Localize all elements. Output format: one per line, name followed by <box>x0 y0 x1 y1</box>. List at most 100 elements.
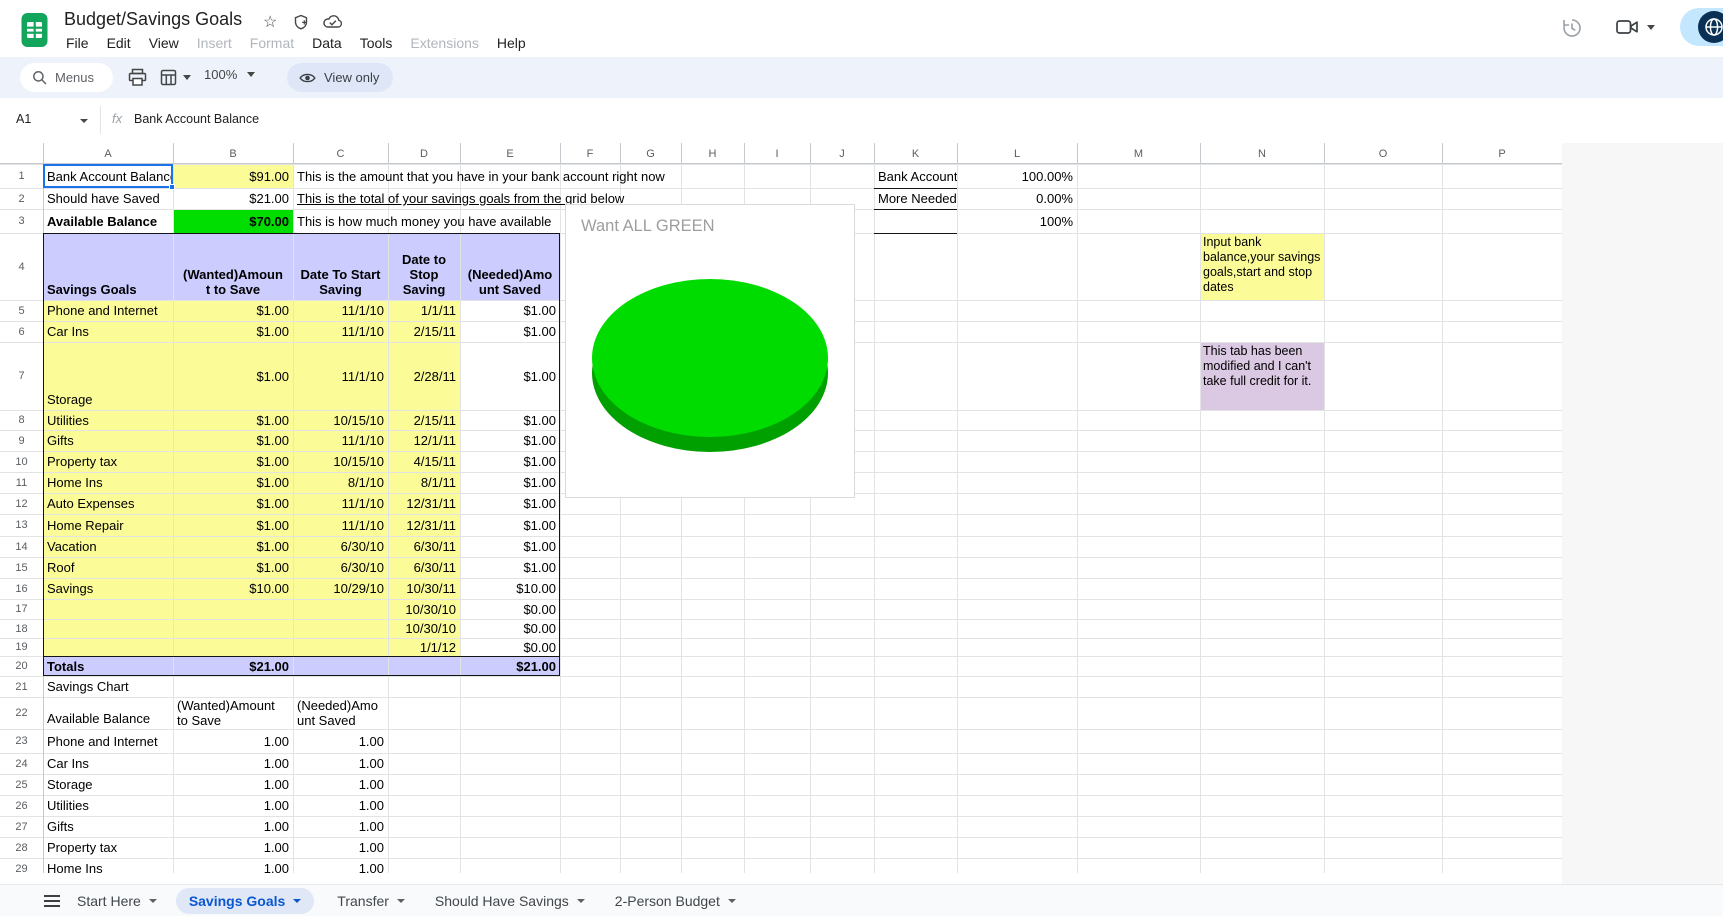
cell-E5[interactable]: $1.00 <box>460 300 560 321</box>
cell-K2[interactable]: More Needed <box>874 188 957 209</box>
cell-N7[interactable]: This tab has been modified and I can't t… <box>1200 342 1324 410</box>
cell-D16[interactable]: 10/30/11 <box>388 578 460 599</box>
cell-A25[interactable]: Storage <box>43 774 173 795</box>
cell-A9[interactable]: Gifts <box>43 430 173 451</box>
row-header-21[interactable]: 21 <box>0 676 43 697</box>
cell-E18[interactable]: $0.00 <box>460 619 560 638</box>
cell-C4[interactable]: Date To Start Saving <box>293 233 388 300</box>
cell-C12[interactable]: 11/1/10 <box>293 493 388 514</box>
cell-D10[interactable]: 4/15/11 <box>388 451 460 472</box>
cell-C8[interactable]: 10/15/10 <box>293 410 388 430</box>
cell-B11[interactable]: $1.00 <box>173 472 293 493</box>
cell-E13[interactable]: $1.00 <box>460 514 560 536</box>
cell-A12[interactable]: Auto Expenses <box>43 493 173 514</box>
row-header-10[interactable]: 10 <box>0 451 43 472</box>
menu-data[interactable]: Data <box>303 35 351 51</box>
column-header-F[interactable]: F <box>560 143 620 164</box>
cell-A14[interactable]: Vacation <box>43 536 173 557</box>
row-header-28[interactable]: 28 <box>0 837 43 858</box>
cell-E17[interactable]: $0.00 <box>460 599 560 619</box>
column-header-M[interactable]: M <box>1077 143 1200 164</box>
cell-E9[interactable]: $1.00 <box>460 430 560 451</box>
cell-D5[interactable]: 1/1/11 <box>388 300 460 321</box>
cell-L1[interactable]: 100.00% <box>957 164 1077 188</box>
cell-A15[interactable]: Roof <box>43 557 173 578</box>
row-header-9[interactable]: 9 <box>0 430 43 451</box>
cell-A21[interactable]: Savings Chart <box>43 676 173 697</box>
cell-C28[interactable]: 1.00 <box>293 837 388 858</box>
cell-A11[interactable]: Home Ins <box>43 472 173 493</box>
cell-K1[interactable]: Bank Account <box>874 164 957 188</box>
menu-help[interactable]: Help <box>488 35 535 51</box>
cell-A26[interactable]: Utilities <box>43 795 173 816</box>
row-header-26[interactable]: 26 <box>0 795 43 816</box>
version-history-icon[interactable] <box>1560 16 1584 40</box>
row-header-7[interactable]: 7 <box>0 342 43 410</box>
avatar-globe-icon[interactable] <box>1698 11 1723 43</box>
row-header-15[interactable]: 15 <box>0 557 43 578</box>
menu-edit[interactable]: Edit <box>98 35 140 51</box>
cell-A4[interactable]: Savings Goals <box>43 233 173 300</box>
cell-B28[interactable]: 1.00 <box>173 837 293 858</box>
cell-N4[interactable]: Input bank balance,your savings goals,st… <box>1200 233 1324 300</box>
cell-A16[interactable]: Savings <box>43 578 173 599</box>
sheet-tab-2-person-budget[interactable]: 2-Person Budget <box>602 888 749 914</box>
embedded-chart[interactable]: Want ALL GREEN <box>565 204 855 498</box>
cell-D19[interactable]: 1/1/12 <box>388 638 460 656</box>
sheet-tab-savings-goals[interactable]: Savings Goals <box>176 888 314 914</box>
cell-D13[interactable]: 12/31/11 <box>388 514 460 536</box>
menus-search-button[interactable]: Menus <box>20 63 113 92</box>
cell-D9[interactable]: 12/1/11 <box>388 430 460 451</box>
cell-A28[interactable]: Property tax <box>43 837 173 858</box>
cell-L3[interactable]: 100% <box>957 209 1077 233</box>
cell-A23[interactable]: Phone and Internet <box>43 729 173 753</box>
cell-D17[interactable]: 10/30/10 <box>388 599 460 619</box>
cell-A29[interactable]: Home Ins <box>43 858 173 873</box>
cell-C9[interactable]: 11/1/10 <box>293 430 388 451</box>
row-header-23[interactable]: 23 <box>0 729 43 753</box>
cell-C24[interactable]: 1.00 <box>293 753 388 774</box>
cell-A6[interactable]: Car Ins <box>43 321 173 342</box>
cell-C11[interactable]: 8/1/10 <box>293 472 388 493</box>
column-header-B[interactable]: B <box>173 143 293 164</box>
cell-C5[interactable]: 11/1/10 <box>293 300 388 321</box>
cell-B12[interactable]: $1.00 <box>173 493 293 514</box>
shield-plus-icon[interactable] <box>293 14 310 31</box>
cell-B8[interactable]: $1.00 <box>173 410 293 430</box>
cell-A22[interactable]: Available Balance <box>43 697 173 729</box>
column-header-L[interactable]: L <box>957 143 1077 164</box>
star-icon[interactable]: ☆ <box>263 12 277 32</box>
column-header-G[interactable]: G <box>620 143 681 164</box>
column-header-N[interactable]: N <box>1200 143 1324 164</box>
cell-B5[interactable]: $1.00 <box>173 300 293 321</box>
cell-C3[interactable]: This is how much money you have availabl… <box>293 209 555 233</box>
cell-C6[interactable]: 11/1/10 <box>293 321 388 342</box>
row-header-17[interactable]: 17 <box>0 599 43 619</box>
row-header-22[interactable]: 22 <box>0 697 43 729</box>
cell-E6[interactable]: $1.00 <box>460 321 560 342</box>
cell-C25[interactable]: 1.00 <box>293 774 388 795</box>
cell-A7[interactable]: Storage <box>43 342 173 410</box>
cell-E15[interactable]: $1.00 <box>460 557 560 578</box>
cell-E16[interactable]: $10.00 <box>460 578 560 599</box>
cloud-status-icon[interactable] <box>323 14 343 29</box>
column-header-A[interactable]: A <box>43 143 173 164</box>
cell-C29[interactable]: 1.00 <box>293 858 388 873</box>
cell-C14[interactable]: 6/30/10 <box>293 536 388 557</box>
cell-B22[interactable]: (Wanted)Amount to Save <box>173 697 293 729</box>
cell-A2[interactable]: Should have Saved <box>43 188 173 209</box>
menu-file[interactable]: File <box>57 35 98 51</box>
zoom-control[interactable]: 100% <box>204 67 255 82</box>
column-header-O[interactable]: O <box>1324 143 1442 164</box>
cell-C7[interactable]: 11/1/10 <box>293 342 388 410</box>
cell-B6[interactable]: $1.00 <box>173 321 293 342</box>
cell-B7[interactable]: $1.00 <box>173 342 293 410</box>
row-header-8[interactable]: 8 <box>0 410 43 430</box>
menu-view[interactable]: View <box>140 35 188 51</box>
cell-A20[interactable]: Totals <box>43 656 173 676</box>
cell-B23[interactable]: 1.00 <box>173 729 293 753</box>
sheet-tab-start-here[interactable]: Start Here <box>64 888 170 914</box>
column-header-C[interactable]: C <box>293 143 388 164</box>
sheet-tab-should-have-savings[interactable]: Should Have Savings <box>422 888 598 914</box>
cell-B16[interactable]: $10.00 <box>173 578 293 599</box>
